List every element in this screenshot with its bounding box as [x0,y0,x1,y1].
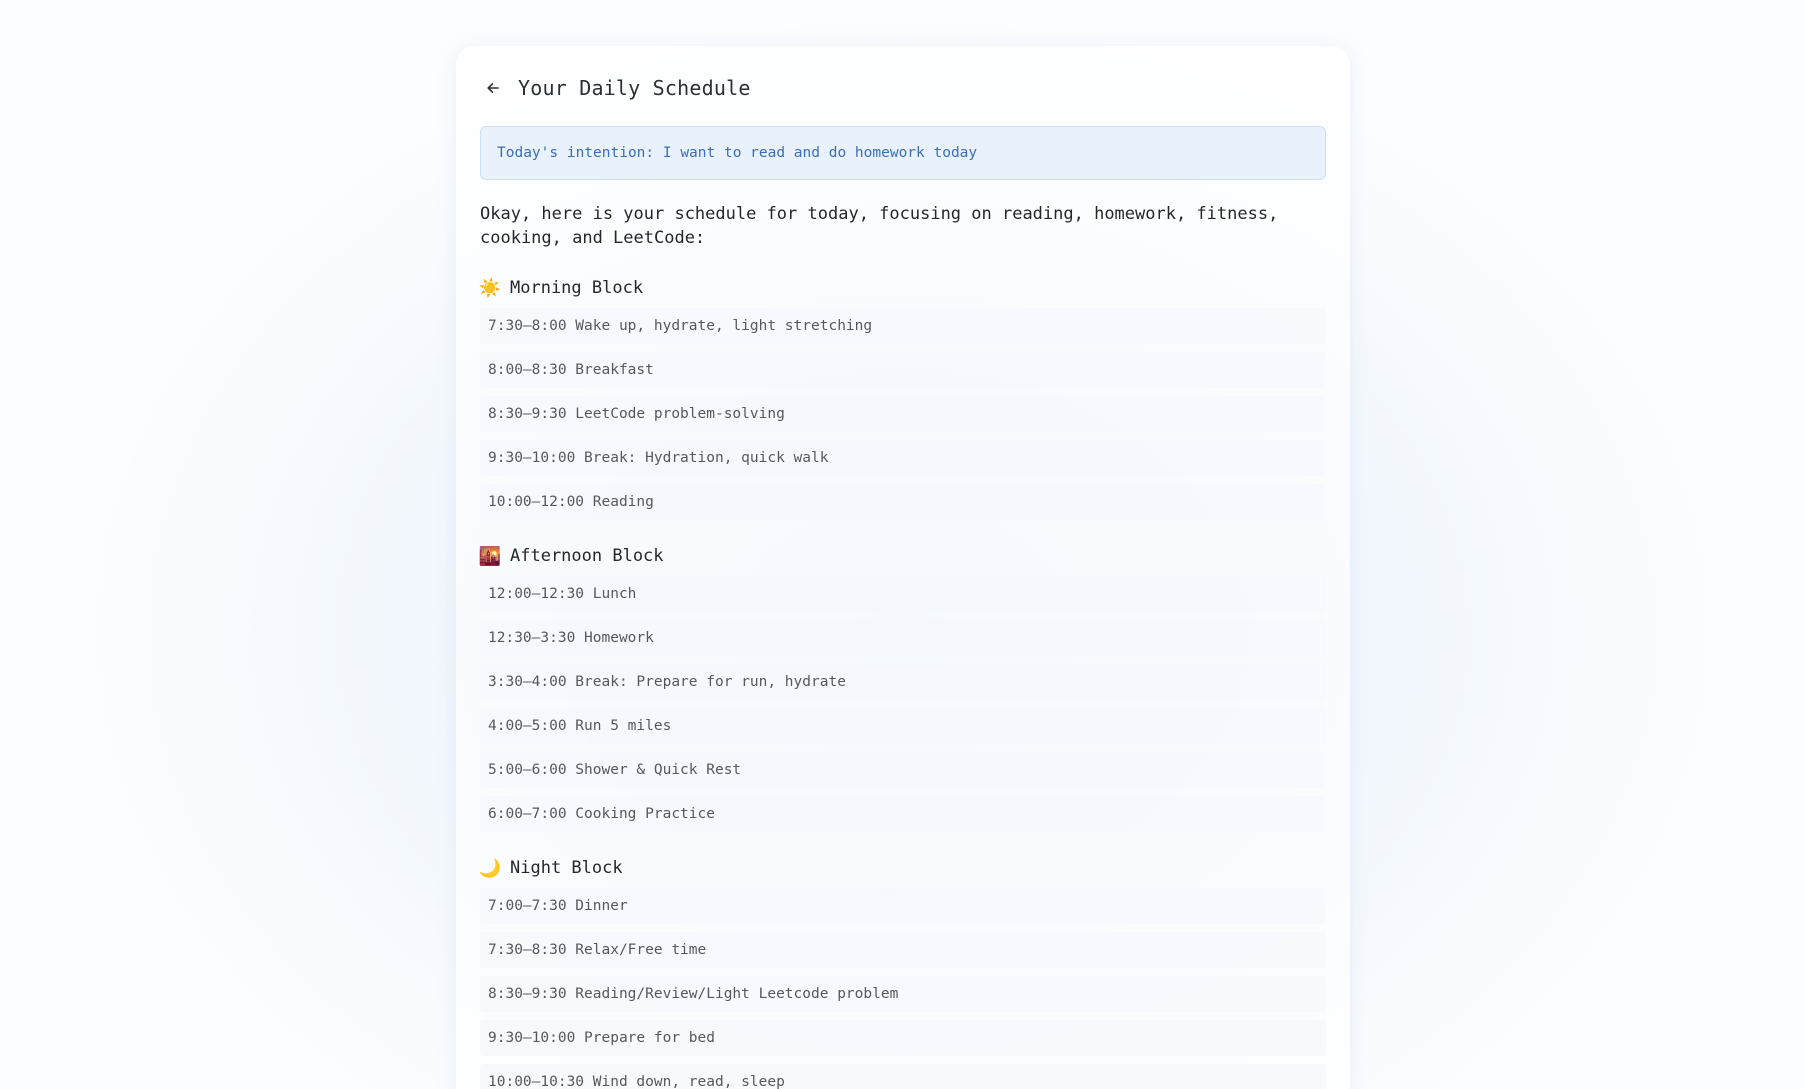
sun-icon: ☀️ [478,277,502,299]
back-button[interactable] [480,75,506,101]
section-heading-afternoon: 🌇 Afternoon Block [478,543,664,569]
page-title: Your Daily Schedule [518,76,751,100]
schedule-item: 8:30–9:30 Reading/Review/Light Leetcode … [480,976,1326,1012]
schedule-item: 4:00–5:00 Run 5 miles [480,708,1326,744]
schedule-item: 7:00–7:30 Dinner [480,888,1326,924]
schedule-item: 9:30–10:00 Break: Hydration, quick walk [480,440,1326,476]
schedule-item: 12:00–12:30 Lunch [480,576,1326,612]
section-title: Afternoon Block [510,546,664,566]
schedule-item: 10:00–10:30 Wind down, read, sleep [480,1064,1326,1089]
section-heading-morning: ☀️ Morning Block [478,275,644,301]
section-title: Morning Block [510,278,644,298]
schedule-item: 5:00–6:00 Shower & Quick Rest [480,752,1326,788]
intention-banner: Today's intention: I want to read and do… [480,126,1326,180]
schedule-item: 10:00–12:00 Reading [480,484,1326,520]
section-heading-night: 🌙 Night Block [478,855,623,881]
intro-text: Okay, here is your schedule for today, f… [480,204,1279,248]
schedule-item: 6:00–7:00 Cooking Practice [480,796,1326,832]
header: Your Daily Schedule [480,68,751,108]
schedule-item: 8:30–9:30 LeetCode problem-solving [480,396,1326,432]
sunset-city-icon: 🌇 [478,545,502,567]
schedule-item: 3:30–4:00 Break: Prepare for run, hydrat… [480,664,1326,700]
schedule-item: 12:30–3:30 Homework [480,620,1326,656]
schedule-item: 9:30–10:00 Prepare for bed [480,1020,1326,1056]
section-title: Night Block [510,858,623,878]
crescent-moon-icon: 🌙 [478,857,502,879]
schedule-card: Your Daily Schedule Today's intention: I… [456,46,1350,1089]
schedule-item: 7:30–8:30 Relax/Free time [480,932,1326,968]
schedule-item: 8:00–8:30 Breakfast [480,352,1326,388]
arrow-left-icon [487,83,499,93]
schedule-item: 7:30–8:00 Wake up, hydrate, light stretc… [480,308,1326,344]
